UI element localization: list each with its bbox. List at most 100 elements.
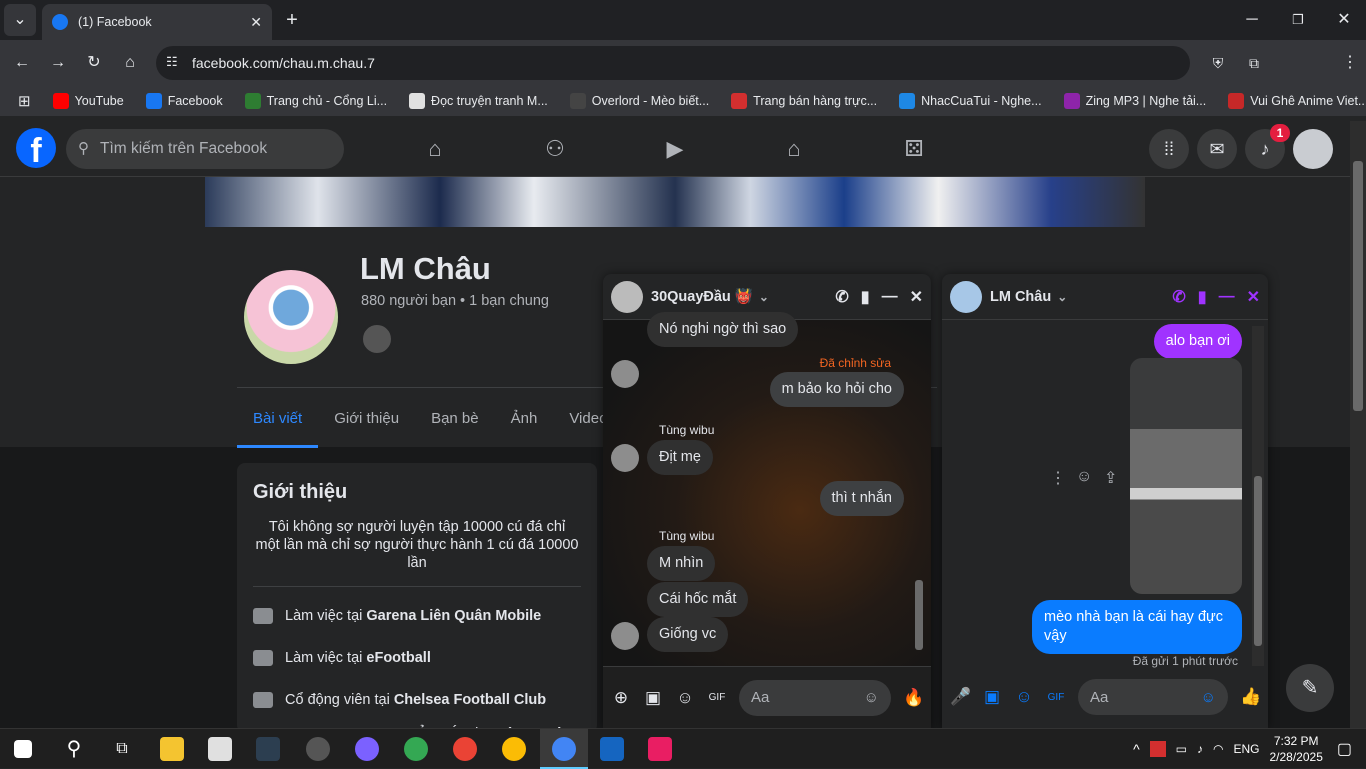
task-view-icon[interactable]: ⧉ (110, 737, 134, 761)
minimize-chat-icon[interactable]: — (1219, 288, 1235, 306)
message-bubble[interactable]: mèo nhà bạn là cái hay đực vậy (1032, 600, 1242, 654)
close-chat-icon[interactable]: ✕ (910, 287, 923, 307)
emoji-icon[interactable]: ☺ (864, 689, 879, 706)
message-bubble[interactable]: Địt mẹ (647, 440, 713, 475)
volume-icon[interactable]: ♪ (1197, 742, 1203, 756)
chevron-down-icon[interactable]: ⌄ (1057, 290, 1067, 304)
close-tab-icon[interactable]: ✕ (250, 14, 262, 31)
sticker-icon[interactable]: ☺ (675, 688, 695, 708)
new-tab-icon[interactable]: + (276, 4, 308, 36)
page-scrollbar[interactable] (1350, 121, 1366, 728)
menu-grid-icon[interactable]: ⁞⁞ (1149, 129, 1189, 169)
chat1-title[interactable]: 30QuayĐầu 👹 (651, 288, 753, 305)
fire-quick-reaction-icon[interactable]: 🔥 (903, 688, 924, 708)
chat2-scrollbar[interactable] (1252, 326, 1264, 666)
extensions-puzzle-icon[interactable]: ⧉ (1238, 47, 1270, 79)
browser-tab-facebook[interactable]: (1) Facebook ✕ (42, 4, 272, 40)
messenger-app-icon[interactable] (355, 737, 379, 761)
message-bubble[interactable]: Nó nghi ngờ thì sao (647, 312, 799, 347)
address-bar[interactable]: ☷ facebook.com/chau.m.chau.7 (156, 46, 1190, 80)
intro-item-link[interactable]: eFootball (366, 650, 430, 666)
message-bubble[interactable]: M nhìn (647, 546, 716, 581)
clock[interactable]: 7:32 PM 2/28/2025 (1269, 733, 1322, 765)
message-bubble[interactable]: m bảo ko hỏi cho (769, 372, 904, 407)
tab-friends[interactable]: Bạn bè (415, 388, 495, 448)
account-avatar[interactable] (1293, 129, 1333, 169)
message-bubble[interactable]: alo bạn ơi (1153, 324, 1242, 359)
media-player-icon[interactable] (306, 737, 330, 761)
message-bubble[interactable]: Cái hốc mắt (647, 582, 749, 617)
chat1-scrollbar[interactable] (915, 580, 923, 650)
app-icon[interactable] (208, 737, 232, 761)
microphone-icon[interactable]: 🎤 (950, 687, 971, 707)
like-icon[interactable]: 👍 (1240, 687, 1261, 707)
bookmark-item[interactable]: YouTube (52, 93, 124, 109)
friends-count[interactable]: 880 người bạn • 1 bạn chung (361, 293, 549, 309)
file-explorer-icon[interactable] (160, 737, 184, 761)
shared-screenshot-image[interactable] (1130, 358, 1242, 594)
notification-center-icon[interactable]: ▢ (1337, 739, 1352, 759)
close-chat-icon[interactable]: ✕ (1247, 287, 1260, 307)
wifi-icon[interactable]: ◠ (1213, 742, 1223, 756)
chevron-down-icon[interactable]: ⌄ (759, 290, 769, 304)
watch-nav-icon[interactable]: ▶ (657, 131, 693, 167)
windows-start-icon[interactable] (14, 740, 32, 758)
cover-photo[interactable] (205, 177, 1145, 227)
tab-photos[interactable]: Ảnh (495, 388, 554, 448)
home-nav-icon[interactable]: ⌂ (417, 131, 453, 167)
call-icon[interactable]: ✆ (1172, 287, 1185, 307)
bookmark-item[interactable]: Đọc truyện tranh M... (409, 93, 548, 109)
plus-icon[interactable]: ⊕ (611, 688, 631, 708)
bookmark-item[interactable]: Vui Ghê Anime Viet... (1228, 93, 1366, 109)
message-bubble[interactable]: Giống vc (647, 617, 729, 652)
call-icon[interactable]: ✆ (835, 287, 848, 307)
chat2-header[interactable]: LM Châu ⌄ ✆ ▮ — ✕ (942, 274, 1268, 320)
new-message-icon[interactable]: ✎ (1286, 664, 1334, 712)
close-window-icon[interactable]: ✕ (1328, 4, 1360, 36)
marketplace-nav-icon[interactable]: ⌂ (776, 131, 812, 167)
tab-posts[interactable]: Bài viết (237, 388, 319, 448)
app-icon[interactable] (600, 737, 624, 761)
site-info-icon[interactable]: ☷ (166, 54, 178, 70)
tab-about[interactable]: Giới thiệu (318, 388, 415, 448)
apps-grid-icon[interactable]: ⊞ (18, 92, 31, 110)
gaming-nav-icon[interactable]: ⚄ (896, 131, 932, 167)
battery-icon[interactable]: ▭ (1176, 742, 1187, 756)
browser-menu-icon[interactable]: ⋮ (1334, 47, 1366, 79)
facebook-logo-icon[interactable]: f (16, 128, 56, 170)
video-call-icon[interactable]: ▮ (1198, 287, 1207, 307)
message-bubble[interactable]: thì t nhắn (819, 481, 904, 516)
bookmark-item[interactable]: NhacCuaTui - Nghe... (899, 93, 1042, 109)
photo-icon[interactable]: ▣ (643, 688, 663, 708)
tray-app-icon[interactable] (1149, 741, 1166, 757)
minimize-chat-icon[interactable]: — (882, 288, 898, 306)
chat1-message-input[interactable]: Aa ☺ (739, 679, 891, 716)
forward-icon[interactable]: → (42, 47, 74, 79)
sticker-icon[interactable]: ☺ (1014, 687, 1034, 707)
minimize-window-icon[interactable]: ─ (1236, 4, 1268, 36)
friends-nav-icon[interactable]: ⚇ (537, 131, 573, 167)
shield-extension-icon[interactable]: ⛨ (1202, 47, 1234, 79)
restore-window-icon[interactable]: ❐ (1282, 4, 1314, 36)
cursor-app-icon[interactable] (256, 737, 280, 761)
home-icon[interactable]: ⌂ (114, 47, 146, 79)
chat2-message-input[interactable]: Aa ☺ (1078, 679, 1228, 715)
back-icon[interactable]: ← (6, 47, 38, 79)
chrome-icon[interactable] (453, 737, 477, 761)
language-indicator[interactable]: ENG (1233, 742, 1259, 756)
video-call-icon[interactable]: ▮ (861, 287, 870, 307)
page-scrollbar-thumb[interactable] (1353, 161, 1363, 411)
photo-icon[interactable]: ▣ (982, 687, 1002, 707)
messenger-icon[interactable]: ✉ (1197, 129, 1237, 169)
more-options-icon[interactable]: ⋮ (1050, 468, 1066, 488)
show-hidden-icons-icon[interactable]: ^ (1133, 741, 1140, 757)
chrome-icon[interactable] (404, 737, 428, 761)
active-chrome-taskbar-item[interactable] (540, 729, 588, 769)
bookmark-item[interactable]: Trang bán hàng trực... (731, 93, 877, 109)
reload-icon[interactable]: ↻ (78, 47, 110, 79)
tab-search-icon[interactable]: ⌄ (4, 4, 36, 36)
gif-icon[interactable]: GIF (1046, 692, 1066, 703)
react-emoji-icon[interactable]: ☺ (1076, 468, 1092, 486)
bookmark-item[interactable]: Trang chủ - Cổng Li... (244, 93, 387, 109)
chrome-icon[interactable] (502, 737, 526, 761)
